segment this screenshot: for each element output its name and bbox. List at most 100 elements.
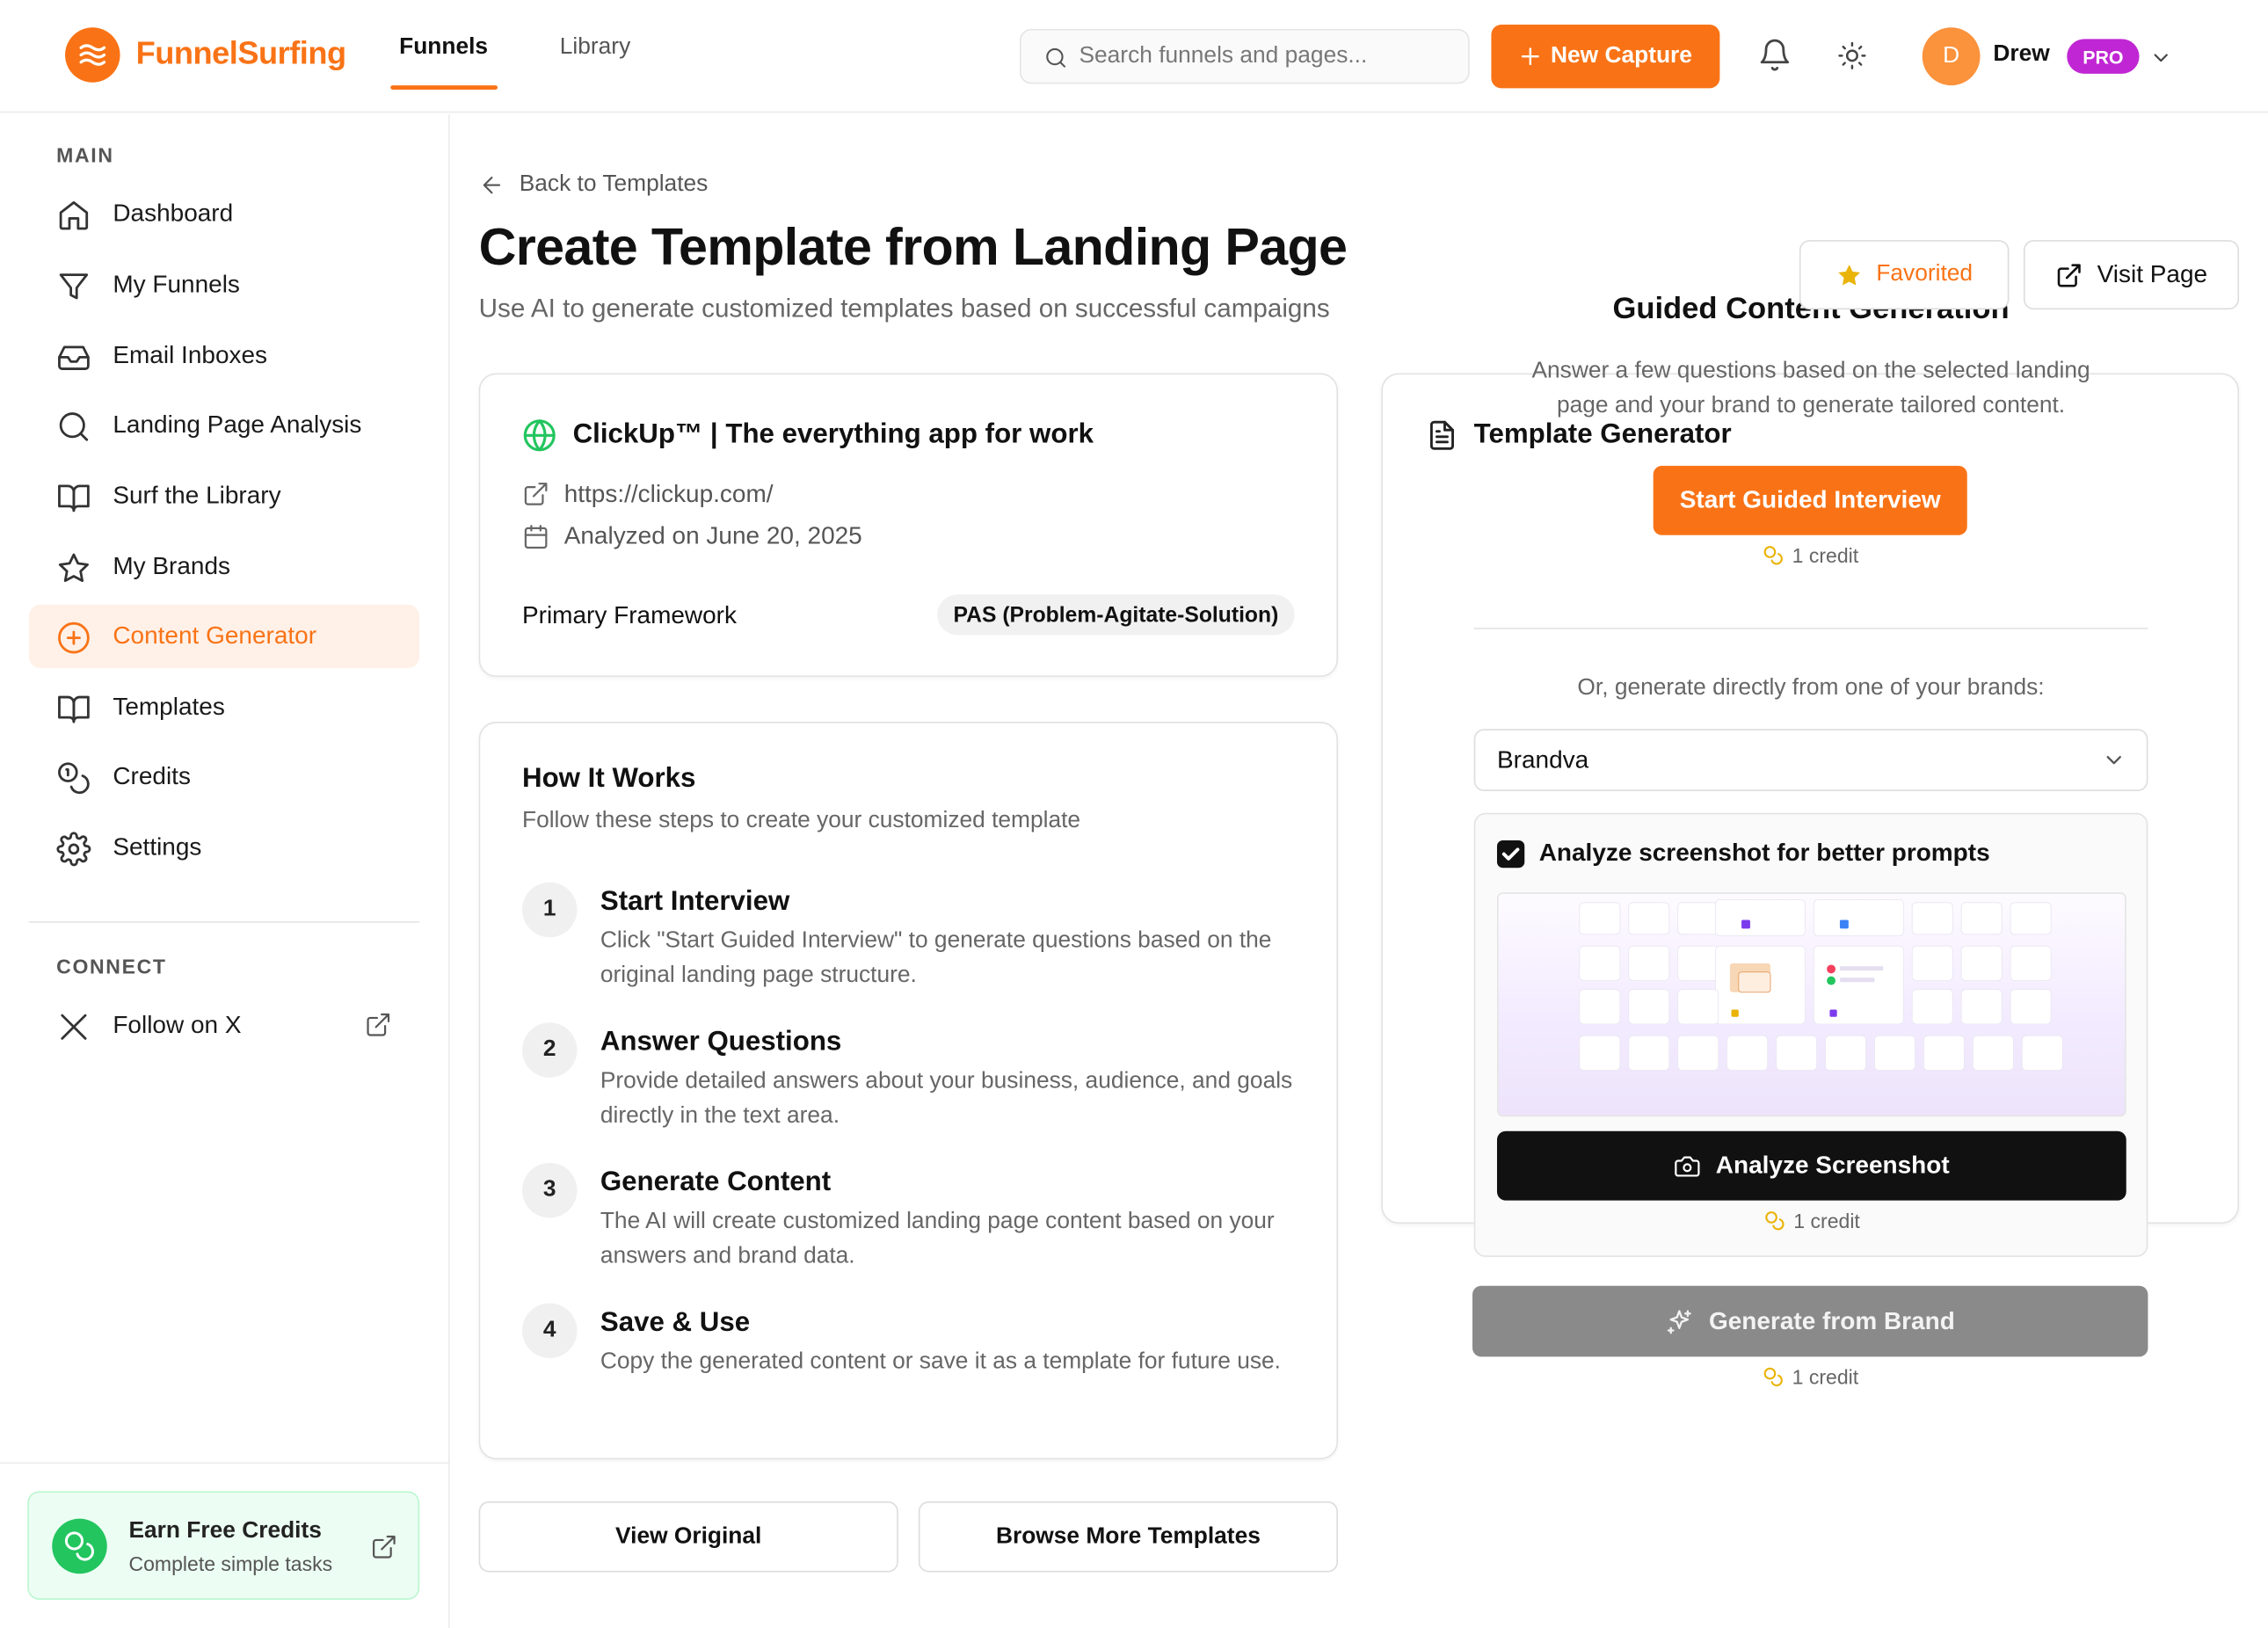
x-logo-icon bbox=[56, 1009, 91, 1043]
gear-icon bbox=[56, 832, 91, 867]
view-original-button[interactable]: View Original bbox=[478, 1501, 898, 1573]
step-title: Answer Questions bbox=[600, 1027, 842, 1057]
analyze-screenshot-button[interactable]: Analyze Screenshot bbox=[1496, 1130, 2126, 1201]
step-description: Provide detailed answers about your busi… bbox=[600, 1068, 1293, 1129]
generate-credit: 1 credit bbox=[1763, 1365, 1859, 1389]
sidebar-item-dashboard[interactable]: Dashboard bbox=[29, 182, 419, 245]
home-icon bbox=[56, 198, 91, 232]
visit-page-button[interactable]: Visit Page bbox=[2023, 240, 2240, 310]
guided-description-line: page and your brand to generate tailored… bbox=[1556, 393, 2066, 418]
sidebar-item-templates[interactable]: Templates bbox=[29, 675, 419, 738]
guided-description: Answer a few questions based on the sele… bbox=[1474, 354, 2148, 424]
step-number: 3 bbox=[521, 1162, 578, 1218]
analyze-checkbox-label[interactable]: Analyze screenshot for better prompts bbox=[1539, 839, 1990, 868]
screenshot-preview-image bbox=[1579, 898, 2063, 1072]
avatar[interactable]: D bbox=[1922, 27, 1981, 86]
sidebar-item-label: Templates bbox=[113, 693, 225, 721]
calendar-icon bbox=[522, 524, 549, 551]
external-link-icon bbox=[2055, 261, 2083, 288]
sidebar-item-my-funnels[interactable]: My Funnels bbox=[29, 253, 419, 316]
generate-from-brand-label: Generate from Brand bbox=[1708, 1306, 1955, 1334]
plus-circle-icon bbox=[56, 621, 91, 655]
back-link[interactable]: Back to Templates bbox=[479, 171, 709, 199]
earn-credits-subtitle: Complete simple tasks bbox=[128, 1552, 333, 1575]
new-capture-button[interactable]: New Capture bbox=[1491, 24, 1720, 89]
bell-icon[interactable] bbox=[1757, 38, 1792, 72]
step-title: Generate Content bbox=[600, 1166, 832, 1198]
star-filled-icon bbox=[1835, 261, 1863, 288]
guided-description-line: Answer a few questions based on the sele… bbox=[1531, 359, 2090, 384]
divider bbox=[0, 1462, 450, 1464]
sidebar-item-landing-page-analysis[interactable]: Landing Page Analysis bbox=[29, 394, 419, 457]
external-link-icon bbox=[522, 480, 549, 507]
section-label-main: MAIN bbox=[56, 142, 114, 167]
tab-library[interactable]: Library bbox=[560, 34, 630, 61]
book-open-icon bbox=[56, 692, 91, 726]
page-title-text: ClickUp™ | The everything app for work bbox=[572, 419, 1094, 450]
page-url[interactable]: https://clickup.com/ bbox=[564, 480, 774, 509]
sidebar-item-label: Landing Page Analysis bbox=[113, 411, 362, 439]
generate-from-brand-button[interactable]: Generate from Brand bbox=[1472, 1285, 2148, 1357]
favorited-button[interactable]: Favorited bbox=[1799, 240, 2010, 310]
logo-icon[interactable] bbox=[65, 27, 120, 83]
start-credit: 1 credit bbox=[1763, 544, 1858, 567]
earn-credits-card[interactable]: Earn Free Credits Complete simple tasks bbox=[27, 1491, 420, 1600]
chevron-down-icon[interactable] bbox=[2149, 47, 2172, 69]
sidebar-item-label: Dashboard bbox=[113, 200, 234, 228]
step-title: Start Interview bbox=[600, 886, 790, 918]
brand-select-value: Brandva bbox=[1496, 746, 1589, 774]
favorited-label: Favorited bbox=[1876, 261, 1974, 287]
section-label-connect: CONNECT bbox=[56, 954, 167, 978]
new-capture-label: New Capture bbox=[1551, 43, 1692, 69]
sidebar-item-content-generator[interactable]: Content Generator bbox=[28, 604, 420, 669]
sidebar-item-label: Content Generator bbox=[113, 621, 317, 650]
sidebar-item-label: My Funnels bbox=[113, 270, 240, 298]
sidebar-item-label: Surf the Library bbox=[113, 481, 281, 510]
coins-icon bbox=[1763, 545, 1784, 565]
screenshot-thumbnail bbox=[1496, 892, 2126, 1117]
sidebar: MAIN Dashboard My Funnels Email Inboxes … bbox=[0, 113, 450, 1628]
earn-credits-title: Earn Free Credits bbox=[128, 1518, 322, 1544]
analyze-checkbox[interactable] bbox=[1496, 839, 1525, 869]
coins-icon bbox=[52, 1518, 107, 1574]
page-title: Create Template from Landing Page bbox=[478, 216, 1348, 277]
brand-name[interactable]: FunnelSurfing bbox=[136, 34, 346, 72]
step-number: 1 bbox=[521, 882, 578, 938]
user-name[interactable]: Drew bbox=[1993, 42, 2049, 69]
search-icon bbox=[56, 410, 91, 444]
framework-label: Primary Framework bbox=[521, 601, 737, 629]
back-label: Back to Templates bbox=[519, 171, 709, 197]
analyze-screenshot-label: Analyze Screenshot bbox=[1715, 1151, 1950, 1180]
sidebar-item-my-brands[interactable]: My Brands bbox=[29, 535, 419, 599]
sun-icon[interactable] bbox=[1837, 40, 1868, 71]
search-input[interactable]: Search funnels and pages... bbox=[1020, 28, 1470, 84]
pro-badge: PRO bbox=[2067, 39, 2140, 74]
divider bbox=[1473, 628, 2148, 629]
inbox-icon bbox=[56, 340, 91, 374]
analyze-screenshot-panel: Analyze screenshot for better prompts An… bbox=[1473, 812, 2148, 1257]
brand-select[interactable]: Brandva bbox=[1473, 729, 2148, 792]
credit-label: 1 credit bbox=[1792, 543, 1859, 567]
credit-label: 1 credit bbox=[1792, 1365, 1859, 1389]
sidebar-item-surf-the-library[interactable]: Surf the Library bbox=[29, 464, 419, 527]
divider bbox=[28, 921, 420, 923]
sidebar-item-credits[interactable]: Credits bbox=[29, 745, 419, 808]
external-link-icon bbox=[365, 1011, 392, 1038]
search-icon bbox=[1043, 45, 1069, 71]
sparkles-icon bbox=[1666, 1307, 1695, 1336]
start-guided-interview-button[interactable]: Start Guided Interview bbox=[1653, 465, 1967, 535]
coins-icon bbox=[1764, 1210, 1785, 1231]
sidebar-item-email-inboxes[interactable]: Email Inboxes bbox=[29, 324, 419, 388]
coins-icon bbox=[56, 760, 91, 795]
tab-funnels[interactable]: Funnels bbox=[399, 34, 488, 61]
page-subtitle: Use AI to generate customized templates … bbox=[478, 294, 1330, 323]
funnel-icon bbox=[56, 269, 91, 303]
external-link-icon bbox=[370, 1533, 397, 1560]
browse-more-templates-button[interactable]: Browse More Templates bbox=[918, 1501, 1338, 1573]
step-number: 2 bbox=[521, 1022, 578, 1078]
step-description: The AI will create customized landing pa… bbox=[600, 1209, 1275, 1269]
sidebar-item-settings[interactable]: Settings bbox=[29, 816, 419, 879]
analyzed-date: Analyzed on June 20, 2025 bbox=[563, 521, 862, 550]
sidebar-item-follow-on-x[interactable]: Follow on X bbox=[29, 993, 419, 1057]
camera-icon bbox=[1674, 1152, 1701, 1180]
